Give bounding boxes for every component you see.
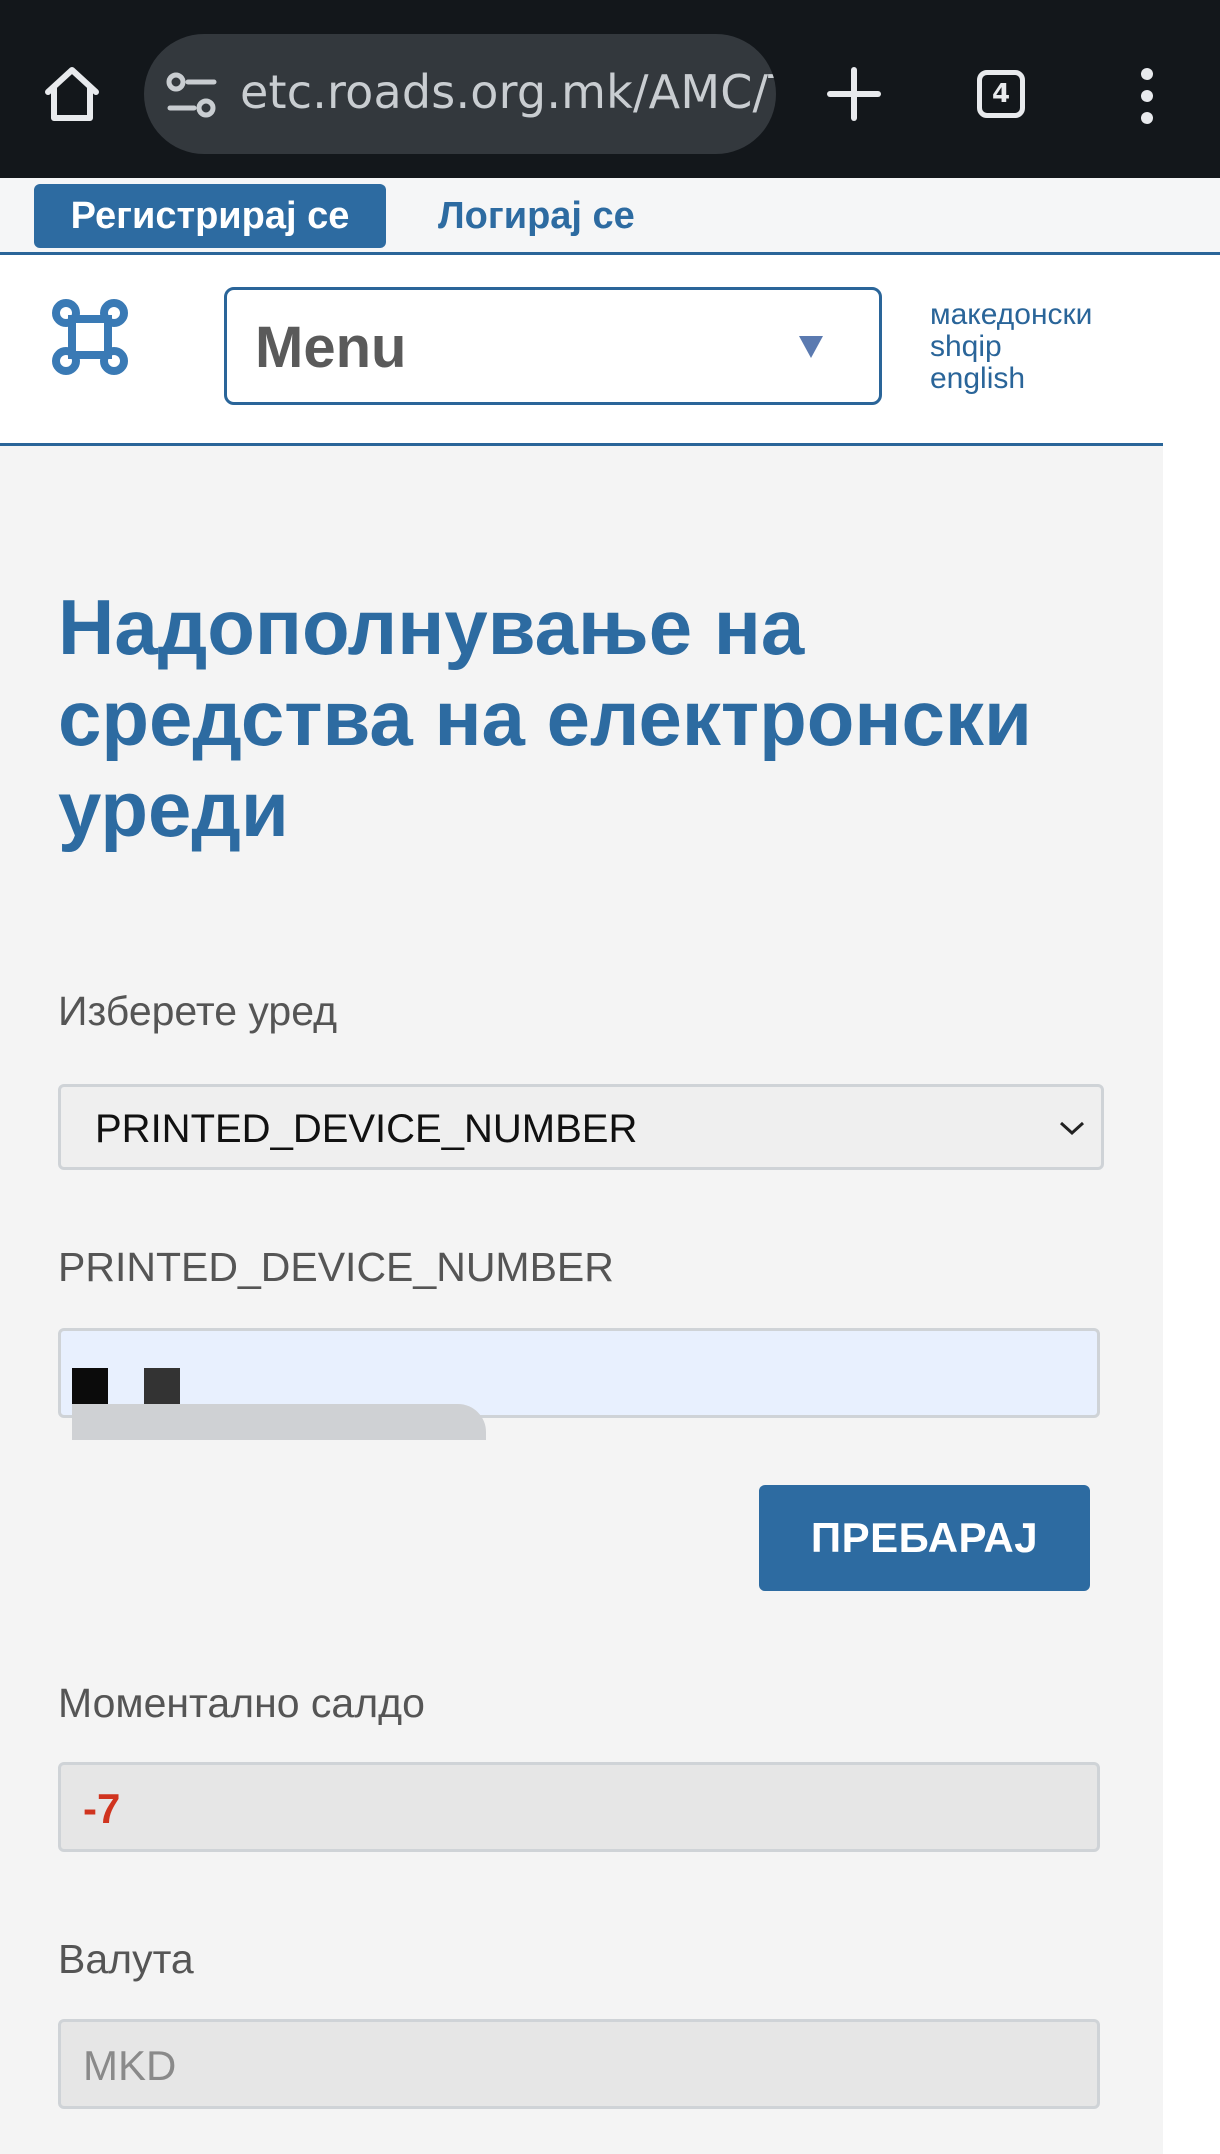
currency-field: MKD bbox=[58, 2019, 1100, 2109]
redaction-mark bbox=[72, 1368, 108, 1404]
redaction-bar bbox=[72, 1404, 486, 1440]
currency-value: MKD bbox=[83, 2042, 177, 2089]
balance-label: Моментално салдо bbox=[58, 1680, 425, 1726]
address-bar[interactable]: etc.roads.org.mk/AMC/Т bbox=[144, 34, 776, 154]
lang-mk[interactable]: македонски bbox=[930, 299, 1092, 331]
page-title: Надополнување на средства на електронски… bbox=[58, 583, 1032, 853]
menu-label: Menu bbox=[255, 315, 407, 380]
lang-sq[interactable]: shqip bbox=[930, 331, 1092, 363]
device-select[interactable]: PRINTED_DEVICE_NUMBER bbox=[58, 1084, 1104, 1170]
more-vert-icon[interactable] bbox=[1130, 66, 1164, 126]
auth-strip: Регистрирај се Логирај се bbox=[0, 178, 1220, 255]
browser-toolbar: etc.roads.org.mk/AMC/Т 4 bbox=[0, 0, 1220, 178]
tab-count: 4 bbox=[991, 79, 1011, 109]
home-icon[interactable] bbox=[40, 62, 104, 126]
tune-icon[interactable] bbox=[166, 72, 218, 118]
menu-dropdown[interactable]: Menu bbox=[224, 287, 882, 405]
site-header: Menu македонски shqip english bbox=[0, 255, 1163, 446]
balance-field: -7 bbox=[58, 1762, 1100, 1852]
lang-en[interactable]: english bbox=[930, 363, 1092, 395]
search-button[interactable]: ПРЕБАРАЈ bbox=[759, 1485, 1090, 1591]
login-link[interactable]: Логирај се bbox=[438, 184, 635, 248]
url-text[interactable]: etc.roads.org.mk/AMC/Т bbox=[240, 65, 776, 119]
balance-value: -7 bbox=[83, 1785, 121, 1832]
device-number-label: PRINTED_DEVICE_NUMBER bbox=[58, 1244, 614, 1290]
register-button[interactable]: Регистрирај се bbox=[34, 184, 386, 248]
logo-icon[interactable] bbox=[50, 297, 130, 377]
language-switcher: македонски shqip english bbox=[930, 299, 1092, 395]
plus-icon[interactable] bbox=[826, 66, 882, 122]
caret-down-icon bbox=[799, 336, 823, 358]
select-device-label: Изберете уред bbox=[58, 988, 338, 1034]
redaction-mark bbox=[144, 1368, 180, 1404]
tabs-icon[interactable]: 4 bbox=[977, 70, 1025, 118]
currency-label: Валута bbox=[58, 1936, 194, 1982]
device-select-value: PRINTED_DEVICE_NUMBER bbox=[95, 1107, 638, 1151]
chevron-down-icon bbox=[1059, 1121, 1085, 1136]
main-content: Надополнување на средства на електронски… bbox=[0, 446, 1163, 2154]
